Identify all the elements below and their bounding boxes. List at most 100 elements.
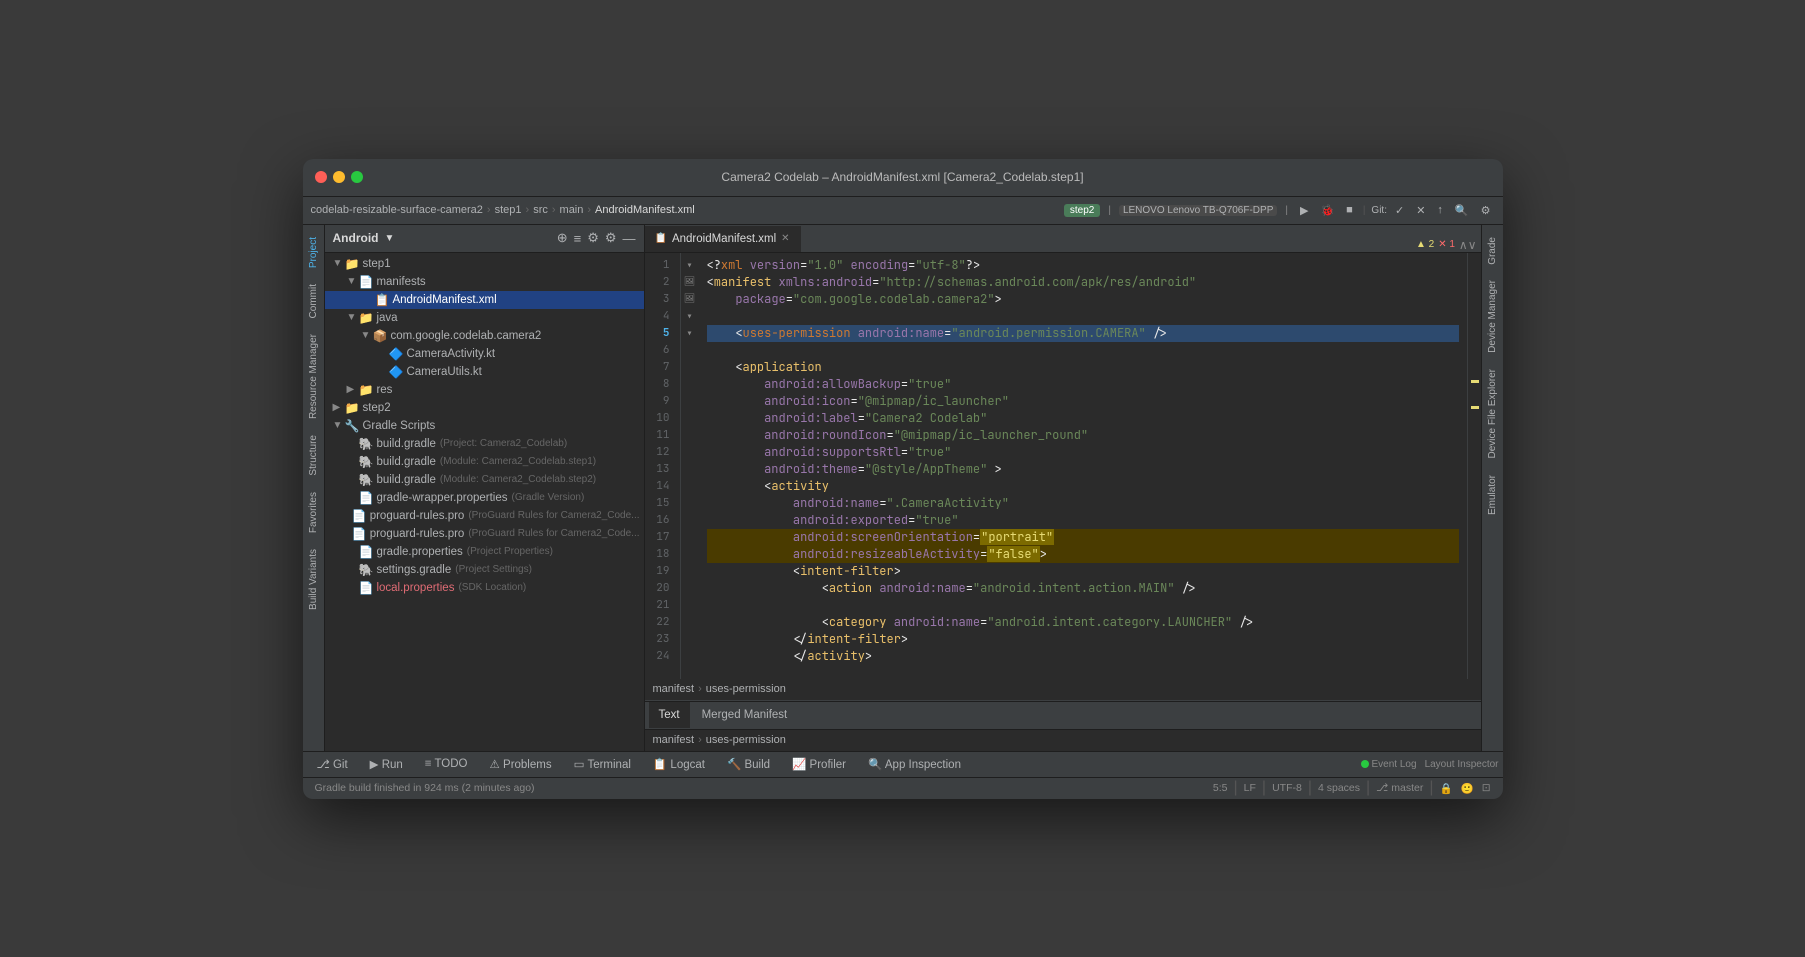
tree-item-build-gradle-project[interactable]: 🐘 build.gradle (Project: Camera2_Codelab… bbox=[325, 435, 644, 453]
main-tab-problems[interactable]: ⚠ Problems bbox=[480, 751, 562, 777]
search-button[interactable]: 🔍 bbox=[1451, 202, 1473, 219]
minimize-button[interactable] bbox=[333, 171, 345, 183]
right-tab-device-file-explorer[interactable]: Device File Explorer bbox=[1485, 361, 1500, 466]
tree-item-step2[interactable]: ▶ 📁 step2 bbox=[325, 399, 644, 417]
main-content: Project Commit Resource Manager Structur… bbox=[303, 225, 1503, 751]
git-check-button[interactable]: ✓ bbox=[1391, 202, 1408, 219]
kt-file-icon-utils: 🔷 bbox=[389, 365, 404, 379]
tree-item-res[interactable]: ▶ 📁 res bbox=[325, 381, 644, 399]
tree-item-package[interactable]: ▼ 📦 com.google.codelab.camera2 bbox=[325, 327, 644, 345]
main-tab-git[interactable]: ⎇ Git bbox=[307, 751, 358, 777]
status-branch[interactable]: ⎇ master bbox=[1372, 782, 1427, 794]
main-tab-run[interactable]: ▶ Run bbox=[360, 751, 413, 777]
breadcrumb-project[interactable]: codelab-resizable-surface-camera2 bbox=[311, 204, 483, 216]
main-tab-terminal[interactable]: ▭ Terminal bbox=[564, 751, 641, 777]
code-line-8: android:allowBackup="true" bbox=[707, 376, 1459, 393]
right-scrollbar[interactable] bbox=[1467, 253, 1481, 679]
tree-item-gradle-properties[interactable]: 📄 gradle.properties (Project Properties) bbox=[325, 543, 644, 561]
tree-item-build-gradle-step2[interactable]: 🐘 build.gradle (Module: Camera2_Codelab.… bbox=[325, 471, 644, 489]
breadcrumb-uses-permission[interactable]: uses-permission bbox=[706, 683, 786, 695]
tree-label-cameraactivity: CameraActivity.kt bbox=[406, 348, 495, 360]
right-tab-device-manager[interactable]: Device Manager bbox=[1485, 272, 1500, 361]
tree-item-androidmanifest[interactable]: 📋 AndroidManifest.xml bbox=[325, 291, 644, 309]
breadcrumb-step1[interactable]: step1 bbox=[495, 204, 522, 216]
sidebar-item-project[interactable]: Project bbox=[306, 229, 321, 276]
status-power-icon[interactable]: ⊡ bbox=[1478, 782, 1495, 794]
git-x-button[interactable]: ✕ bbox=[1412, 202, 1429, 219]
tree-item-camerautils[interactable]: 🔷 CameraUtils.kt bbox=[325, 363, 644, 381]
main-tab-build[interactable]: 🔨 Build bbox=[717, 751, 780, 777]
breadcrumb-manifest[interactable]: manifest bbox=[653, 683, 695, 695]
tree-item-settings-gradle[interactable]: 🐘 settings.gradle (Project Settings) bbox=[325, 561, 644, 579]
panel-filter-btn[interactable]: ⚙ bbox=[587, 230, 599, 246]
nav-down-icon[interactable]: ∨ bbox=[1468, 238, 1477, 252]
tree-item-gradle-wrapper[interactable]: 📄 gradle-wrapper.properties (Gradle Vers… bbox=[325, 489, 644, 507]
panel-close-btn[interactable]: — bbox=[623, 230, 636, 246]
tree-item-cameraactivity[interactable]: 🔷 CameraActivity.kt bbox=[325, 345, 644, 363]
bottom-tab-merged-manifest[interactable]: Merged Manifest bbox=[692, 702, 798, 728]
tree-item-proguard2[interactable]: 📄 proguard-rules.pro (ProGuard Rules for… bbox=[325, 525, 644, 543]
fold-icon-7[interactable]: ▾ bbox=[681, 257, 699, 274]
main-tab-todo[interactable]: ≡ TODO bbox=[415, 751, 478, 777]
maximize-button[interactable] bbox=[351, 171, 363, 183]
panel-locate-btn[interactable]: ⊕ bbox=[557, 230, 568, 246]
run-config-dropdown[interactable]: step2 bbox=[1064, 204, 1100, 217]
bottom-path-manifest[interactable]: manifest bbox=[653, 734, 695, 746]
tree-label-package: com.google.codelab.camera2 bbox=[390, 330, 541, 342]
status-line-ending[interactable]: LF bbox=[1240, 782, 1260, 794]
tree-arrow-manifests: ▼ bbox=[347, 276, 359, 287]
close-button[interactable] bbox=[315, 171, 327, 183]
status-indent[interactable]: 4 spaces bbox=[1314, 782, 1364, 794]
sidebar-item-favorites[interactable]: Favorites bbox=[306, 484, 321, 541]
bottom-tab-text[interactable]: Text bbox=[649, 702, 690, 728]
stop-button[interactable]: ■ bbox=[1342, 202, 1357, 218]
editor-tab-androidmanifest[interactable]: 📋 AndroidManifest.xml ✕ bbox=[645, 226, 801, 252]
sidebar-item-resource-manager[interactable]: Resource Manager bbox=[306, 326, 321, 427]
right-tab-emulator[interactable]: Emulator bbox=[1485, 467, 1500, 523]
tree-item-gradle-scripts[interactable]: ▼ 🔧 Gradle Scripts bbox=[325, 417, 644, 435]
tree-label-step1: step1 bbox=[362, 258, 390, 270]
editor-breadcrumb: manifest › uses-permission bbox=[645, 679, 1481, 701]
nav-up-icon[interactable]: ∧ bbox=[1459, 238, 1468, 252]
main-tab-app-inspection[interactable]: 🔍 App Inspection bbox=[858, 751, 971, 777]
status-encoding[interactable]: UTF-8 bbox=[1268, 782, 1306, 794]
fold-icon-19[interactable]: ▾ bbox=[681, 325, 699, 342]
tree-item-step1[interactable]: ▼ 📁 step1 bbox=[325, 255, 644, 273]
device-dropdown[interactable]: LENOVO Lenovo TB-Q706F-DPP bbox=[1119, 205, 1277, 216]
code-content[interactable]: <?xml version="1.0" encoding="utf-8"?> <… bbox=[699, 253, 1467, 679]
event-log-btn[interactable]: Event Log bbox=[1361, 759, 1417, 770]
layout-inspector-btn[interactable]: Layout Inspector bbox=[1425, 759, 1499, 770]
tree-item-local-properties[interactable]: 📄 local.properties (SDK Location) bbox=[325, 579, 644, 597]
tab-close-button[interactable]: ✕ bbox=[781, 233, 789, 244]
main-tab-logcat[interactable]: 📋 Logcat bbox=[643, 751, 715, 777]
status-emoji-icon[interactable]: 🙂 bbox=[1457, 782, 1478, 795]
breadcrumb-file[interactable]: AndroidManifest.xml bbox=[595, 204, 695, 216]
main-tab-profiler[interactable]: 📈 Profiler bbox=[782, 751, 856, 777]
tree-arrow-java: ▼ bbox=[347, 312, 359, 323]
sidebar-item-structure[interactable]: Structure bbox=[306, 427, 321, 484]
gradle-file-icon-1: 🐘 bbox=[359, 437, 374, 451]
tree-item-java[interactable]: ▼ 📁 java bbox=[325, 309, 644, 327]
git-push-button[interactable]: ↑ bbox=[1433, 202, 1447, 218]
tree-item-build-gradle-step1[interactable]: 🐘 build.gradle (Module: Camera2_Codelab.… bbox=[325, 453, 644, 471]
sidebar-item-build-variants[interactable]: Build Variants bbox=[306, 541, 321, 618]
sidebar-item-commit[interactable]: Commit bbox=[306, 276, 321, 326]
tree-hint-proguard1: (ProGuard Rules for Camera2_Code... bbox=[468, 510, 639, 521]
settings-button[interactable]: ⚙ bbox=[1477, 202, 1495, 219]
run-button[interactable]: ▶ bbox=[1296, 202, 1312, 219]
project-panel-dropdown-icon[interactable]: ▼ bbox=[385, 233, 395, 244]
tree-item-manifests[interactable]: ▼ 📄 manifests bbox=[325, 273, 644, 291]
breadcrumb-src[interactable]: src bbox=[533, 204, 548, 216]
right-tab-grade[interactable]: Grade bbox=[1485, 229, 1500, 273]
event-log-dot bbox=[1361, 760, 1369, 768]
tree-item-proguard1[interactable]: 📄 proguard-rules.pro (ProGuard Rules for… bbox=[325, 507, 644, 525]
image-gutter-9[interactable]: 🖼 bbox=[681, 274, 699, 291]
debug-button[interactable]: 🐞 bbox=[1316, 202, 1338, 219]
status-position[interactable]: 5:5 bbox=[1209, 782, 1232, 794]
breadcrumb-main[interactable]: main bbox=[560, 204, 584, 216]
panel-settings-btn[interactable]: ⚙ bbox=[605, 230, 617, 246]
panel-collapse-btn[interactable]: ≡ bbox=[574, 230, 582, 246]
bottom-path-uses-permission[interactable]: uses-permission bbox=[706, 734, 786, 746]
image-gutter-11[interactable]: 🖼 bbox=[681, 291, 699, 308]
fold-icon-14[interactable]: ▾ bbox=[681, 308, 699, 325]
